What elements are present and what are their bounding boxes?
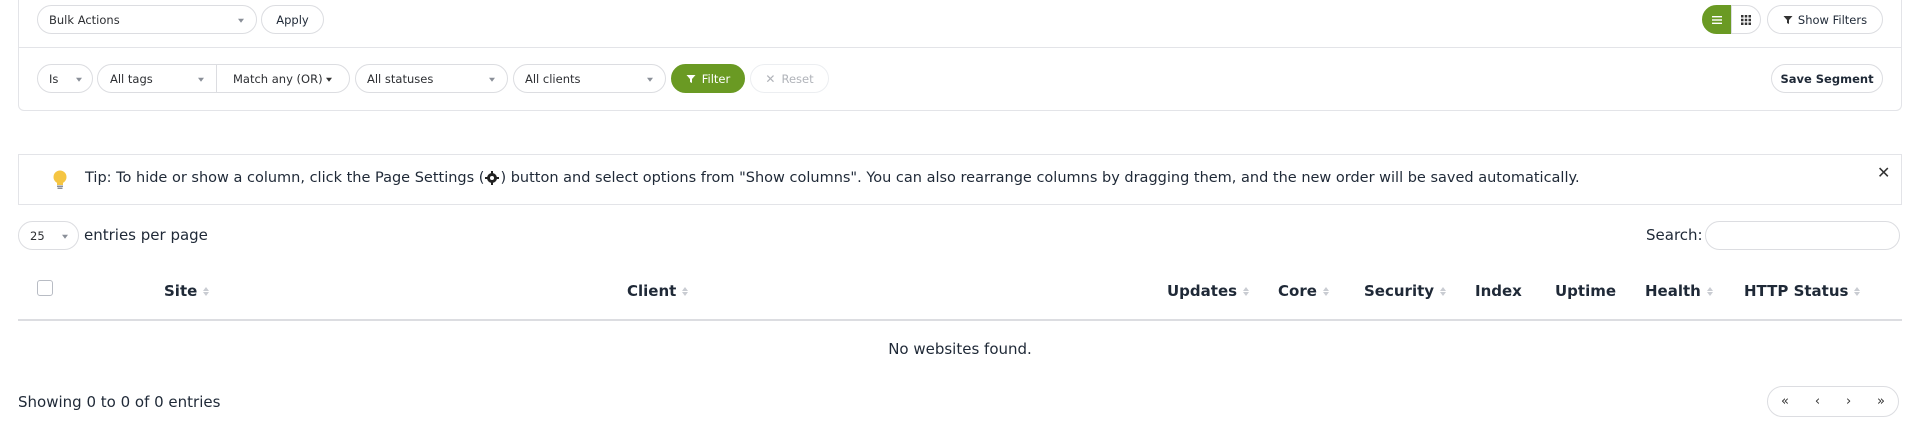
sort-icon: [1243, 286, 1250, 296]
page-length-value: 25: [30, 228, 45, 243]
column-updates[interactable]: Updates: [1167, 282, 1250, 300]
search-input[interactable]: [1705, 221, 1900, 250]
sort-icon: [1322, 286, 1329, 296]
clients-select[interactable]: All clients: [513, 64, 666, 93]
tip-text-start: Tip: To hide or show a column, click the…: [85, 170, 485, 186]
tip-text-end: ) button and select options from "Show c…: [500, 170, 1580, 186]
first-page-button[interactable]: «: [1781, 394, 1789, 409]
filter-panel: [18, 0, 1902, 111]
tags-label: All tags: [110, 71, 153, 86]
table-info: Showing 0 to 0 of 0 entries: [18, 393, 221, 411]
chevron-down-icon: [326, 77, 332, 82]
last-page-button[interactable]: »: [1877, 394, 1885, 409]
table-header-divider: [18, 319, 1902, 321]
chevron-down-icon: [489, 77, 495, 82]
column-http-status[interactable]: HTTP Status: [1744, 282, 1861, 300]
chevron-down-icon: [647, 77, 653, 82]
column-client-label: Client: [627, 282, 677, 300]
save-segment-button[interactable]: Save Segment: [1771, 64, 1883, 93]
chevron-down-icon: [76, 77, 82, 82]
gear-icon: [485, 171, 500, 185]
pagination: « ‹ › »: [1767, 386, 1899, 417]
filter-button[interactable]: Filter: [671, 64, 745, 93]
prev-page-button[interactable]: ‹: [1815, 394, 1820, 409]
column-client[interactable]: Client: [627, 282, 689, 300]
chevron-down-icon: [198, 77, 204, 82]
entries-per-page-label: entries per page: [84, 226, 208, 244]
statuses-label: All statuses: [367, 71, 434, 86]
next-page-button[interactable]: ›: [1846, 394, 1851, 409]
sort-icon: [1440, 286, 1447, 296]
search-label: Search:: [1646, 226, 1703, 244]
column-http-status-label: HTTP Status: [1744, 282, 1849, 300]
close-icon: ✕: [765, 71, 776, 86]
column-index: Index: [1475, 282, 1522, 300]
reset-label: Reset: [781, 71, 814, 86]
close-tip-icon[interactable]: ✕: [1877, 163, 1890, 182]
tags-select[interactable]: All tags: [98, 65, 217, 92]
chevron-down-icon: [62, 234, 68, 239]
clients-label: All clients: [525, 71, 581, 86]
sort-icon: [682, 286, 689, 296]
filter-label: Filter: [701, 71, 731, 86]
reset-button[interactable]: ✕ Reset: [750, 64, 829, 93]
page-length-select[interactable]: 25: [18, 221, 79, 250]
statuses-select[interactable]: All statuses: [355, 64, 508, 93]
sort-icon: [203, 286, 210, 296]
column-uptime: Uptime: [1555, 282, 1616, 300]
lightbulb-icon: [53, 170, 67, 189]
column-updates-label: Updates: [1167, 282, 1238, 300]
column-site[interactable]: Site: [164, 282, 210, 300]
save-segment-label: Save Segment: [1780, 71, 1874, 86]
column-site-label: Site: [164, 282, 198, 300]
filter-panel-divider: [18, 47, 1902, 48]
is-select[interactable]: Is: [37, 64, 93, 93]
select-all-checkbox[interactable]: [37, 280, 53, 296]
sort-icon: [1854, 286, 1861, 296]
column-core-label: Core: [1278, 282, 1317, 300]
match-select[interactable]: Match any (OR): [217, 65, 350, 92]
column-security[interactable]: Security: [1364, 282, 1447, 300]
column-security-label: Security: [1364, 282, 1435, 300]
is-label: Is: [49, 71, 59, 86]
match-label: Match any (OR): [233, 71, 323, 86]
column-index-label: Index: [1475, 282, 1522, 300]
tip-text: Tip: To hide or show a column, click the…: [85, 170, 1580, 186]
sort-icon: [1706, 286, 1713, 296]
column-uptime-label: Uptime: [1555, 282, 1617, 300]
column-health[interactable]: Health: [1645, 282, 1713, 300]
tags-filter-group[interactable]: All tags Match any (OR): [97, 64, 350, 93]
empty-table-message: No websites found.: [888, 340, 1032, 358]
column-core[interactable]: Core: [1278, 282, 1329, 300]
filter-icon: [686, 74, 696, 83]
column-health-label: Health: [1645, 282, 1701, 300]
